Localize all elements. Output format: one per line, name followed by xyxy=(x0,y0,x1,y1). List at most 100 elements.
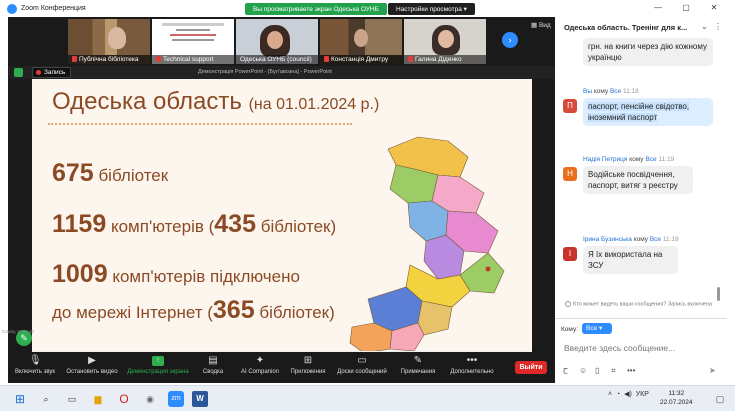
notes-icon: ✎ xyxy=(413,355,423,366)
mic-muted-icon: 🎙 xyxy=(29,355,42,366)
mic-muted-icon xyxy=(324,56,329,63)
record-dot-icon xyxy=(36,69,41,75)
notifications-icon[interactable]: ▢ xyxy=(712,391,728,407)
recording-label: Запись xyxy=(44,69,66,76)
meeting-toolbar: 🎙 Включить звук ▶ Остановить видео ↑ Демонс… xyxy=(8,352,555,383)
word-app-icon[interactable]: W xyxy=(192,391,208,407)
chat-message: паспорт, пенсійне свідотво, іноземний па… xyxy=(583,98,713,126)
app-title: Zoom Конференция xyxy=(21,5,86,12)
chat-message-meta: Ірина Бузинська кому Все 11:19 xyxy=(583,236,679,243)
chat-message: Водійське посвідчення, паспорт, витяг з … xyxy=(583,166,693,194)
chat-message: грн. на книги через дію кожному українцю xyxy=(583,38,713,66)
powerpoint-window-title: Демонстрація PowerPoint - [Бул'авозна] -… xyxy=(198,69,332,75)
mic-muted-icon xyxy=(72,56,77,63)
opera-browser-icon[interactable]: O xyxy=(116,391,132,407)
security-shield-icon[interactable] xyxy=(14,68,23,77)
share-screen-button[interactable]: ↑ Демонстрация экрана xyxy=(124,356,192,382)
recording-indicator[interactable]: Запись xyxy=(32,67,72,78)
recipient-select[interactable]: Все ▾ xyxy=(582,323,612,334)
chat-input[interactable] xyxy=(564,341,714,355)
chevron-up-icon[interactable]: ˄ xyxy=(608,391,612,398)
leave-button[interactable]: Выйти xyxy=(515,361,547,374)
avatar: Н xyxy=(563,167,577,181)
search-icon[interactable]: ⌕ xyxy=(38,391,54,407)
chat-visibility-text: Кто может видеть ваши сообщения? Запись … xyxy=(573,301,713,308)
view-settings-button[interactable]: Настройки просмотра ▾ xyxy=(388,3,475,15)
more-icon[interactable]: ••• xyxy=(627,366,635,375)
emoji-icon[interactable]: ☺ xyxy=(579,366,587,375)
system-clock[interactable]: 11:32 22.07.2024 xyxy=(660,389,693,407)
participant-thumbnail[interactable]: Галина Діденко xyxy=(404,19,486,64)
screen: Zoom Конференция Вы просматриваете экран… xyxy=(0,0,735,411)
participant-thumbnail[interactable]: Одеська ОУНБ (council) xyxy=(236,19,318,64)
chat-message: Я їх використала на ЗСУ xyxy=(583,246,678,274)
network-icon[interactable]: ◔ xyxy=(616,391,620,398)
chat-header: Одеська область. Тренінг для к... ⌄ ⋮ xyxy=(555,17,727,36)
minimize-icon[interactable]: — xyxy=(652,2,664,14)
more-options-icon[interactable]: ⋮ xyxy=(714,22,722,31)
slide-title-main: Одеська область xyxy=(52,88,242,115)
summary-icon: ▤ xyxy=(208,355,218,366)
view-button[interactable]: ▦ Вид xyxy=(531,21,551,29)
stat-libraries: 675 бібліотек xyxy=(52,159,169,187)
avatar: П xyxy=(563,99,577,113)
video-camera-icon: ▶ xyxy=(88,355,96,366)
more-button[interactable]: ••• Дополнительно xyxy=(448,356,496,382)
system-tray: ˄ ◔ ◀) УКР xyxy=(608,390,649,398)
zoom-app-icon[interactable]: zm xyxy=(168,391,184,407)
mic-muted-icon xyxy=(156,56,161,63)
chevron-down-icon[interactable]: ⌄ xyxy=(701,22,708,31)
windows-taskbar: ⊞ ⌕ ▭ ▆ O ◉ zm W ˄ ◔ ◀) УКР 11:32 22.07.… xyxy=(0,385,735,411)
participant-thumbnail[interactable]: Публічна бібліотека xyxy=(68,19,150,64)
chat-panel: Одеська область. Тренінг для к... ⌄ ⋮ гр… xyxy=(555,17,727,383)
apps-icon: ⊞ xyxy=(303,355,313,366)
task-view-icon[interactable]: ▭ xyxy=(64,391,80,407)
ai-companion-button[interactable]: ✦ AI Companion xyxy=(236,356,284,382)
recording-bar: Запись Демонстрація PowerPoint - [Бул'ав… xyxy=(8,66,555,79)
slide-status-text: Слайд 15 из 40 xyxy=(2,329,34,334)
keyboard-language[interactable]: УКР xyxy=(636,391,649,398)
view-button-label: Вид xyxy=(538,22,551,29)
odesa-city-marker xyxy=(485,266,491,272)
apps-button[interactable]: ⊞ Приложения xyxy=(288,356,328,382)
unmute-button[interactable]: 🎙 Включить звук xyxy=(12,356,58,382)
screenshot-icon[interactable]: ⌗ xyxy=(611,366,616,376)
participant-name: Одеська ОУНБ (council) xyxy=(236,55,318,64)
stop-video-button[interactable]: ▶ Остановить видео xyxy=(63,356,121,382)
share-screen-icon: ↑ xyxy=(152,356,164,366)
participant-thumbnail[interactable]: Technical support xyxy=(152,19,234,64)
zoom-logo-icon xyxy=(7,3,17,14)
whiteboards-button[interactable]: ▭ Доски сообщений xyxy=(334,356,390,382)
clock-time: 11:32 xyxy=(668,390,685,397)
sparkle-icon: ✦ xyxy=(255,355,265,366)
chat-visibility-note[interactable]: Кто может видеть ваши сообщения? Запись … xyxy=(565,301,715,308)
share-banner: Вы просматриваете экран Одеська ОУНБ xyxy=(245,3,387,15)
file-icon[interactable]: ▯ xyxy=(595,366,599,375)
format-text-icon[interactable]: Ꞇ xyxy=(563,366,568,377)
slide-divider xyxy=(48,123,352,125)
file-explorer-icon[interactable]: ▆ xyxy=(90,391,106,407)
slide-title-date: (на 01.01.2024 р.) xyxy=(248,96,380,113)
notes-button[interactable]: ✎ Примечания xyxy=(396,356,440,382)
summary-button[interactable]: ▤ Сводка xyxy=(198,356,228,382)
volume-icon[interactable]: ◀) xyxy=(624,391,632,398)
windows-start-icon[interactable]: ⊞ xyxy=(12,391,28,407)
app-icon[interactable]: ◉ xyxy=(142,391,158,407)
send-icon[interactable]: ➤ xyxy=(709,366,719,376)
close-icon[interactable]: ✕ xyxy=(708,2,720,14)
recipient-label: Кому: xyxy=(561,326,578,333)
slide-title: Одеська область (на 01.01.2024 р.) xyxy=(52,88,379,116)
more-icon: ••• xyxy=(466,355,478,366)
info-icon xyxy=(565,301,571,307)
participant-name: Констанція Дмитру xyxy=(320,55,402,64)
participant-name: Technical support xyxy=(152,55,234,64)
shared-slide: Одеська область (на 01.01.2024 р.) 675 б… xyxy=(32,79,532,360)
chat-messages: грн. на книги через дію кожному українцю… xyxy=(555,36,727,298)
chat-message-meta: Вы кому Все 11:18 xyxy=(583,88,639,95)
chat-title: Одеська область. Тренінг для к... xyxy=(564,23,688,32)
participant-thumbnail[interactable]: Констанція Дмитру xyxy=(320,19,402,64)
whiteboard-icon: ▭ xyxy=(357,355,367,366)
chat-scrollbar[interactable] xyxy=(717,287,720,301)
next-participants-button[interactable]: › xyxy=(502,32,518,48)
maximize-icon[interactable]: ▢ xyxy=(680,2,692,14)
